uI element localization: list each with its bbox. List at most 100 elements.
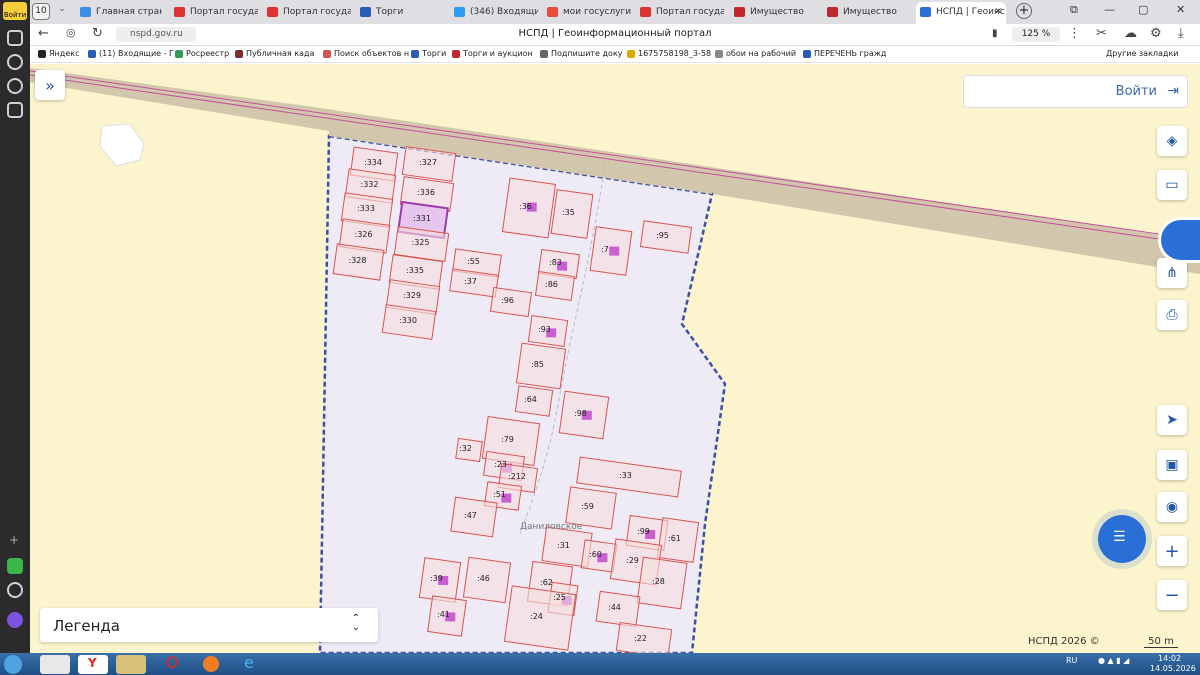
pin-icon[interactable]: ◉ xyxy=(1157,492,1187,522)
bookmark-1[interactable]: (11) Входящие - Г xyxy=(88,49,174,58)
tab-label: Главная страниц xyxy=(96,7,162,17)
messenger-icon[interactable] xyxy=(7,612,23,628)
extensions-icon[interactable]: ✂ xyxy=(1096,26,1107,41)
bookmark-10[interactable]: ПЕРЕЧЕНЬ гражд xyxy=(803,49,886,58)
start-button[interactable] xyxy=(4,655,22,674)
bookmark-7[interactable]: Подпишите доку xyxy=(540,49,623,58)
collections-icon[interactable] xyxy=(7,30,23,46)
parcel-label: :47 xyxy=(464,511,477,520)
parcel-label: :36 xyxy=(519,202,532,211)
print-icon[interactable]: ⎙ xyxy=(1157,300,1187,330)
bookmark-4[interactable]: Поиск объектов н xyxy=(323,49,409,58)
bookmark-icon xyxy=(803,50,811,58)
parcel-label: :62 xyxy=(540,578,553,587)
tab-6[interactable]: Портал государс xyxy=(636,2,724,22)
tab-9-active[interactable]: НСПД | Геоинс ✕ xyxy=(916,2,1006,24)
parcel-label: :51 xyxy=(493,490,506,499)
parcel-label: :7 xyxy=(601,245,609,254)
ie-icon[interactable]: e xyxy=(236,653,266,674)
tab-favicon xyxy=(80,7,91,17)
chat-button[interactable]: ☰ xyxy=(1098,515,1146,563)
map-view[interactable]: :334:327:332:336:333:331:326:325:328:335… xyxy=(30,64,1200,653)
downloads-icon[interactable] xyxy=(7,78,23,94)
address-bar: ← ◎ ↻ nspd.gov.ru НСПД | Геоинформационн… xyxy=(30,24,1200,46)
login-button[interactable]: Войти ⇥ xyxy=(963,75,1188,108)
yandex-glyph: Y xyxy=(88,656,97,670)
building xyxy=(609,246,620,256)
tab-bar: 10 ⌄ Главная страниц Портал государс Пор… xyxy=(30,0,1200,24)
parcel-label: :46 xyxy=(477,574,490,583)
parcel-label: :336 xyxy=(417,188,435,197)
maximize-icon[interactable]: ▢ xyxy=(1138,3,1148,16)
tray-icons[interactable]: ● ▲ ▮ ◢ xyxy=(1098,656,1129,665)
other-bookmarks[interactable]: Другие закладки xyxy=(1106,49,1179,58)
tab-label: мои госуслуги в xyxy=(563,7,631,17)
download-icon[interactable]: ⤓ xyxy=(1178,26,1184,41)
zoom-out-button[interactable]: − xyxy=(1157,580,1187,610)
bookmark-8[interactable]: 1675758198_3-58 xyxy=(627,49,711,58)
map-tool-icon[interactable] xyxy=(1158,217,1200,263)
new-tab-button[interactable]: + xyxy=(1016,3,1032,19)
minimap-icon[interactable]: ▣ xyxy=(1157,450,1187,480)
media-player-icon[interactable] xyxy=(40,655,70,674)
tab-label: Имущество xyxy=(750,7,804,17)
chat-icon: ☰ xyxy=(1113,529,1126,545)
close-window-icon[interactable]: ✕ xyxy=(1176,3,1185,16)
language-indicator[interactable]: RU xyxy=(1066,656,1077,665)
tab-5[interactable]: мои госуслуги в xyxy=(543,2,631,22)
tab-4[interactable]: (346) Входящие xyxy=(450,2,538,22)
map-area-blob xyxy=(99,123,145,167)
layers-icon[interactable]: ◈ xyxy=(1157,126,1187,156)
bookmark-5[interactable]: Торги xyxy=(411,49,446,58)
bookmark-label: Публичная када xyxy=(246,49,315,58)
bookmark-label: обои на рабочий xyxy=(726,49,797,58)
minimize-icon[interactable]: — xyxy=(1104,3,1115,16)
firefox-icon[interactable] xyxy=(196,655,226,674)
tab-count[interactable]: 10 xyxy=(32,3,50,20)
chevron-down-icon[interactable]: ⌄ xyxy=(54,4,70,20)
zoom-indicator[interactable]: 125 % xyxy=(1012,27,1060,42)
tab-2[interactable]: Портал государс xyxy=(263,2,351,22)
map-canvas[interactable] xyxy=(30,64,1200,653)
menu-dots-icon[interactable]: ⋮ xyxy=(1068,26,1081,41)
calendar-icon[interactable] xyxy=(7,102,23,118)
chevron-updown-icon: ⌃ ⌄ xyxy=(351,613,360,633)
tab-7[interactable]: Имущество xyxy=(730,2,818,22)
clock-date[interactable]: 14.05.2026 xyxy=(1150,664,1196,673)
ruler-icon[interactable]: ▭ xyxy=(1157,170,1187,200)
bookmark-icon xyxy=(323,50,331,58)
yandex-browser-icon[interactable]: Y xyxy=(78,655,108,674)
restore-icon[interactable]: ⧉ xyxy=(1070,3,1078,17)
add-icon[interactable]: + xyxy=(9,533,19,547)
clock-time[interactable]: 14:02 xyxy=(1158,654,1181,663)
parcel-label: :334 xyxy=(364,158,382,167)
close-icon[interactable]: ✕ xyxy=(994,2,1002,22)
bookmark-0[interactable]: Яндекс xyxy=(38,49,79,58)
legend-panel[interactable]: Легенда ⌃ ⌄ xyxy=(40,608,378,642)
tab-1[interactable]: Портал государс xyxy=(170,2,258,22)
bookmark-6[interactable]: Торги и аукцион xyxy=(452,49,533,58)
bookmark-3[interactable]: Публичная када xyxy=(235,49,314,58)
parcel-label: :64 xyxy=(524,395,537,404)
bookmark-2[interactable]: Росреестр xyxy=(175,49,229,58)
parcel-label: :55 xyxy=(467,257,480,266)
alice-icon[interactable] xyxy=(7,582,23,598)
app-icon[interactable] xyxy=(7,558,23,574)
opera-icon[interactable]: O xyxy=(158,653,188,674)
puzzle-icon[interactable]: ⚙ xyxy=(1150,26,1162,41)
bookmark-icon[interactable]: ▮ xyxy=(992,28,998,39)
bookmark-label: ПЕРЕЧЕНЬ гражд xyxy=(814,49,887,58)
expand-panel-button[interactable]: » xyxy=(35,70,65,100)
explorer-icon[interactable] xyxy=(116,655,146,674)
parcel-label: :330 xyxy=(399,316,417,325)
sidebar-login-button[interactable]: Войти xyxy=(3,2,27,20)
geolocation-icon[interactable]: ➤ xyxy=(1157,405,1187,435)
bookmark-9[interactable]: обои на рабочий xyxy=(715,49,796,58)
tab-8[interactable]: Имущество xyxy=(823,2,911,22)
cloud-icon[interactable]: ☁ xyxy=(1124,26,1137,41)
zoom-in-button[interactable]: + xyxy=(1157,536,1187,566)
history-icon[interactable] xyxy=(7,54,23,70)
tab-0[interactable]: Главная страниц xyxy=(76,2,162,22)
tab-label: Портал государс xyxy=(656,7,724,17)
tab-3[interactable]: Торги xyxy=(356,2,444,22)
